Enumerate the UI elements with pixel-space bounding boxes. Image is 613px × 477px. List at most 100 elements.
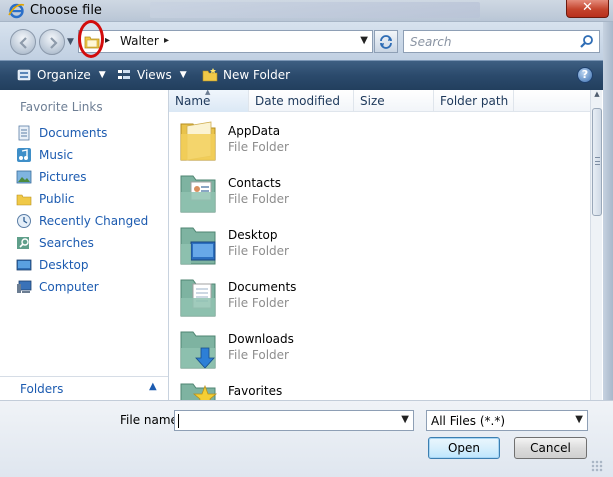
public-icon: [16, 194, 32, 206]
column-header-label: Name: [175, 94, 211, 108]
views-label: Views: [137, 68, 172, 82]
file-name: Desktop: [228, 228, 278, 242]
scrollbar-grip-icon: [595, 157, 600, 165]
sidebar-item-desktop[interactable]: Desktop: [16, 254, 148, 276]
new-folder-button[interactable]: New Folder: [202, 67, 290, 83]
column-header-label: Size: [360, 94, 385, 108]
sidebar-item-label: Searches: [39, 236, 94, 250]
file-row[interactable]: Favorites File Folder: [169, 372, 590, 400]
column-header-label: Date modified: [255, 94, 341, 108]
breadcrumb-separator-icon[interactable]: ▸: [164, 35, 169, 46]
folders-toggle[interactable]: Folders ▲: [0, 376, 168, 398]
file-name: Downloads: [228, 332, 294, 346]
search-box[interactable]: Search: [403, 30, 600, 53]
file-type: File Folder: [228, 296, 289, 310]
recently-changed-icon: [17, 214, 31, 228]
file-name: Favorites: [228, 384, 283, 398]
new-folder-icon: [202, 68, 218, 82]
file-name: Documents: [228, 280, 297, 294]
sidebar-item-label: Recently Changed: [39, 214, 149, 228]
sidebar-item-documents[interactable]: Documents: [16, 122, 148, 144]
resize-grip-icon[interactable]: [591, 460, 603, 472]
back-button[interactable]: [10, 29, 36, 55]
file-row[interactable]: AppData File Folder: [169, 112, 590, 164]
sidebar-item-label: Desktop: [39, 258, 89, 272]
column-header-size[interactable]: Size: [354, 90, 434, 112]
scrollbar-thumb[interactable]: [592, 108, 602, 216]
sidebar-item-label: Music: [39, 148, 74, 162]
help-button[interactable]: ?: [577, 67, 593, 83]
file-type-filter-value: All Files (*.*): [431, 414, 506, 428]
file-row[interactable]: Downloads File Folder: [169, 320, 590, 372]
column-header-folder-path[interactable]: Folder path: [434, 90, 514, 112]
sidebar-item-pictures[interactable]: Pictures: [16, 166, 148, 188]
breadcrumb-separator-icon[interactable]: ▸: [105, 35, 110, 46]
navigation-pane: Favorite Links Documents Music Pictures: [10, 90, 168, 400]
sidebar-item-recently-changed[interactable]: Recently Changed: [16, 210, 148, 232]
file-name: AppData: [228, 124, 281, 138]
views-button[interactable]: Views ▼: [116, 67, 187, 83]
vertical-scrollbar[interactable]: ▲: [590, 90, 602, 400]
sidebar-item-music[interactable]: Music: [16, 144, 148, 166]
sidebar-item-public[interactable]: Public: [16, 188, 148, 210]
sidebar-item-searches[interactable]: Searches: [16, 232, 148, 254]
file-type-filter[interactable]: All Files (*.*) ▼: [426, 410, 588, 431]
desktop-folder-icon: [180, 227, 216, 265]
file-type: File Folder: [228, 244, 289, 258]
back-arrow-icon: [19, 37, 27, 49]
file-name-label: File name:: [120, 413, 182, 427]
column-headers: ▲ Name Date modified Size Folder path: [169, 90, 590, 112]
filter-dropdown-icon[interactable]: ▼: [575, 414, 583, 425]
column-header-name[interactable]: ▲ Name: [169, 90, 249, 112]
organize-button[interactable]: Organize ▼: [16, 67, 106, 83]
downloads-folder-icon: [180, 331, 216, 369]
title-bar: Choose file ✕: [0, 0, 613, 22]
sidebar-item-label: Documents: [39, 126, 108, 140]
chevron-up-icon: ▲: [149, 381, 157, 392]
file-type: File Folder: [228, 192, 289, 206]
folders-label: Folders: [20, 382, 64, 396]
open-button[interactable]: Open: [428, 437, 500, 459]
file-row[interactable]: Documents File Folder: [169, 268, 590, 320]
organize-caret-icon: ▼: [98, 70, 106, 80]
views-caret-icon: ▼: [179, 70, 187, 80]
search-placeholder: Search: [410, 35, 452, 49]
organize-icon: [17, 69, 31, 81]
desktop-icon: [16, 259, 32, 271]
favorite-links-header: Favorite Links: [20, 100, 103, 114]
close-button[interactable]: ✕: [566, 0, 609, 18]
text-cursor: [178, 414, 179, 428]
file-name: Contacts: [228, 176, 281, 190]
computer-icon: [17, 280, 32, 293]
sidebar-item-label: Pictures: [39, 170, 87, 184]
blurred-url: [150, 2, 480, 18]
file-row[interactable]: Contacts File Folder: [169, 164, 590, 216]
search-icon[interactable]: [579, 34, 594, 49]
breadcrumb-walter[interactable]: Walter: [120, 34, 159, 48]
file-list: ▲ Name Date modified Size Folder path Ap…: [169, 90, 590, 400]
sidebar-item-computer[interactable]: Computer: [16, 276, 148, 298]
file-name-dropdown-icon[interactable]: ▼: [401, 414, 409, 425]
forward-button[interactable]: [39, 29, 65, 55]
sort-ascending-icon: ▲: [205, 90, 211, 96]
cancel-button[interactable]: Cancel: [514, 437, 587, 459]
file-name-input[interactable]: ▼: [174, 410, 414, 431]
scroll-up-icon[interactable]: ▲: [591, 90, 603, 104]
window-title: Choose file: [30, 3, 102, 18]
searches-icon: [17, 237, 29, 249]
command-toolbar: Organize ▼ Views ▼ New Folder ?: [0, 60, 613, 90]
contacts-folder-icon: [180, 175, 216, 213]
music-icon: [17, 148, 31, 162]
new-folder-label: New Folder: [223, 68, 291, 82]
documents-icon: [18, 125, 30, 141]
address-dropdown-icon[interactable]: ▼: [360, 35, 368, 46]
column-header-date-modified[interactable]: Date modified: [249, 90, 354, 112]
history-dropdown-icon[interactable]: ▼: [67, 37, 74, 47]
refresh-button[interactable]: [374, 30, 398, 53]
file-type: File Folder: [228, 140, 289, 154]
file-type: File Folder: [228, 348, 289, 362]
favorites-folder-icon: [180, 383, 218, 400]
sidebar-item-label: Public: [39, 192, 75, 206]
file-row[interactable]: Desktop File Folder: [169, 216, 590, 268]
address-bar[interactable]: ▸ Walter ▸ ▼: [78, 30, 373, 53]
